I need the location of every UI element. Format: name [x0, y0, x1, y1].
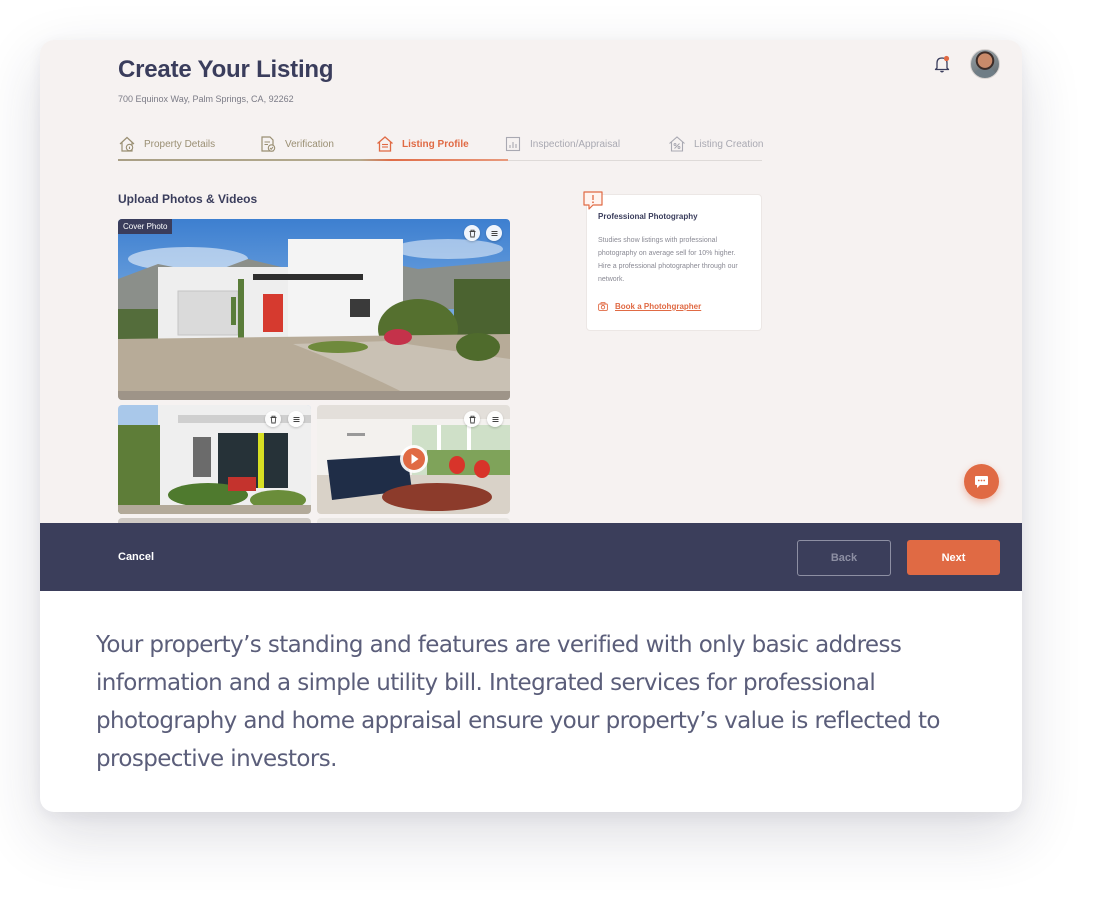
step-listing-creation[interactable]: Listing Creation: [668, 134, 763, 154]
house-info-icon: [119, 136, 135, 152]
action-footer: Cancel Back Next: [40, 523, 1022, 591]
house-exterior-image: [118, 219, 510, 400]
step-property-details[interactable]: Property Details: [118, 134, 215, 154]
book-photographer-label: Book a Photohgrapher: [615, 302, 702, 311]
stepper-progress: [118, 159, 508, 161]
delete-icon[interactable]: [464, 411, 480, 427]
delete-icon[interactable]: [265, 411, 281, 427]
chat-icon: [975, 475, 988, 488]
user-avatar[interactable]: [970, 49, 1000, 79]
chart-document-icon: [505, 136, 521, 152]
video-thumbnail[interactable]: [317, 405, 510, 514]
upload-section-title: Upload Photos & Videos: [118, 192, 258, 206]
tip-icon: [582, 190, 604, 212]
document-check-icon: [261, 136, 276, 152]
drag-handle-icon[interactable]: [486, 225, 502, 241]
step-label: Property Details: [144, 138, 216, 150]
play-icon[interactable]: [400, 445, 428, 473]
house-list-icon: [377, 136, 393, 152]
step-verification[interactable]: Verification: [259, 134, 334, 154]
back-button[interactable]: Back: [797, 540, 891, 576]
progress-stepper: Property Details Verification Listing Pr…: [118, 134, 763, 162]
feature-card: Create Your Listing 700 Equinox Way, Pal…: [40, 40, 1022, 812]
drag-handle-icon[interactable]: [288, 411, 304, 427]
house-entrance-image: [118, 405, 311, 514]
property-address: 700 Equinox Way, Palm Springs, CA, 92262: [118, 94, 294, 104]
book-photographer-link[interactable]: Book a Photohgrapher: [598, 302, 701, 311]
step-label: Listing Creation: [694, 138, 764, 150]
step-label: Listing Profile: [402, 138, 469, 150]
house-percent-icon: [669, 136, 685, 152]
camera-icon: [598, 302, 608, 311]
tip-title: Professional Photography: [598, 212, 698, 221]
cancel-button[interactable]: Cancel: [118, 551, 154, 563]
bell-icon[interactable]: [933, 54, 951, 74]
delete-icon[interactable]: [464, 225, 480, 241]
cover-photo-badge: Cover Photo: [118, 219, 173, 234]
next-button[interactable]: Next: [907, 540, 1000, 575]
step-label: Inspection/Appraisal: [530, 138, 621, 150]
cover-photo[interactable]: Cover Photo: [118, 219, 510, 400]
drag-handle-icon[interactable]: [487, 411, 503, 427]
step-listing-profile[interactable]: Listing Profile: [376, 134, 469, 154]
feature-caption: Your property’s standing and features ar…: [96, 632, 940, 772]
tip-body: Studies show listings with professional …: [598, 237, 738, 283]
step-label: Verification: [285, 138, 334, 150]
photo-thumbnail[interactable]: [118, 405, 311, 514]
chat-button[interactable]: [964, 464, 999, 499]
step-inspection-appraisal[interactable]: Inspection/Appraisal: [504, 134, 620, 154]
page-title: Create Your Listing: [118, 56, 334, 83]
listing-app-screen: Create Your Listing 700 Equinox Way, Pal…: [40, 40, 1022, 523]
